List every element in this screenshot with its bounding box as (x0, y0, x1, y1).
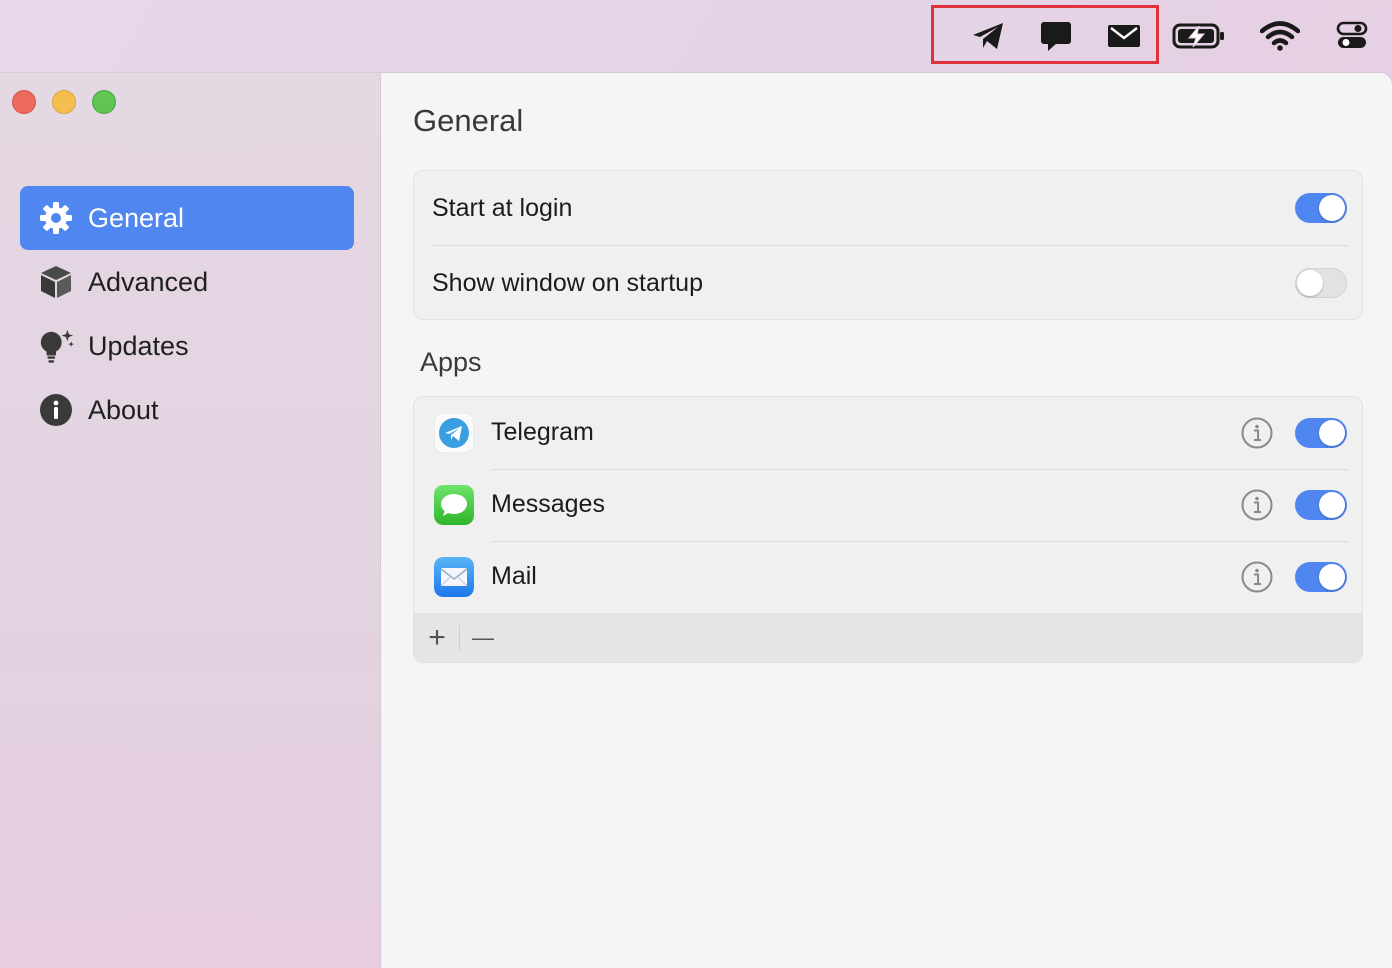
menu-bar (0, 0, 1392, 72)
main-content: General Start at login Show window on st… (381, 73, 1392, 968)
wifi-icon[interactable] (1258, 18, 1302, 54)
setting-row-start-at-login: Start at login (414, 171, 1362, 245)
mail-info-icon[interactable] (1241, 561, 1273, 593)
sidebar-item-advanced[interactable]: Advanced (20, 250, 354, 314)
start-at-login-toggle[interactable] (1295, 193, 1347, 223)
setting-label: Show window on startup (432, 268, 703, 297)
apps-section-heading: Apps (420, 347, 482, 377)
settings-window: General Advanced Updates About General S… (0, 73, 1392, 968)
setting-row-show-window: Show window on startup (414, 246, 1362, 319)
app-row-messages: Messages (414, 469, 1362, 541)
telegram-toggle[interactable] (1295, 418, 1347, 448)
setting-label: Start at login (432, 193, 573, 222)
remove-app-button[interactable]: — (461, 613, 505, 662)
lightbulb-sparkle-icon (38, 328, 74, 364)
app-row-mail: Mail (414, 541, 1362, 613)
apps-list-footer: + — (414, 613, 1362, 662)
show-window-on-startup-toggle[interactable] (1295, 268, 1347, 298)
zoom-window-button[interactable] (92, 90, 116, 114)
sidebar-item-label: Updates (88, 330, 189, 361)
app-name: Telegram (491, 418, 594, 446)
add-app-button[interactable]: + (415, 613, 459, 662)
telegram-app-icon (434, 413, 474, 453)
telegram-info-icon[interactable] (1241, 417, 1273, 449)
control-center-icon[interactable] (1332, 18, 1372, 54)
messages-app-icon (434, 485, 474, 525)
messages-toggle[interactable] (1295, 490, 1347, 520)
mail-app-icon (434, 557, 474, 597)
cube-icon (38, 264, 74, 300)
battery-charging-icon[interactable] (1170, 20, 1228, 52)
messages-info-icon[interactable] (1241, 489, 1273, 521)
info-circle-icon (38, 392, 74, 428)
sidebar-item-label: General (88, 202, 185, 233)
gear-icon (38, 200, 74, 236)
page-title: General (413, 103, 524, 138)
sidebar: General Advanced Updates About (0, 73, 381, 968)
sidebar-item-label: Advanced (88, 266, 209, 297)
close-window-button[interactable] (12, 90, 36, 114)
menubar-highlight-box (931, 5, 1159, 64)
app-row-telegram: Telegram (414, 397, 1362, 469)
sidebar-item-updates[interactable]: Updates (20, 314, 354, 378)
general-settings-group: Start at login Show window on startup (413, 170, 1363, 320)
sidebar-item-about[interactable]: About (20, 378, 354, 442)
app-name: Messages (491, 490, 605, 518)
sidebar-item-label: About (88, 394, 159, 425)
app-name: Mail (491, 562, 537, 590)
divider (459, 625, 460, 651)
minimize-window-button[interactable] (52, 90, 76, 114)
sidebar-item-general[interactable]: General (20, 186, 354, 250)
apps-group: Telegram Messages Mail + — (413, 396, 1363, 663)
mail-toggle[interactable] (1295, 562, 1347, 592)
